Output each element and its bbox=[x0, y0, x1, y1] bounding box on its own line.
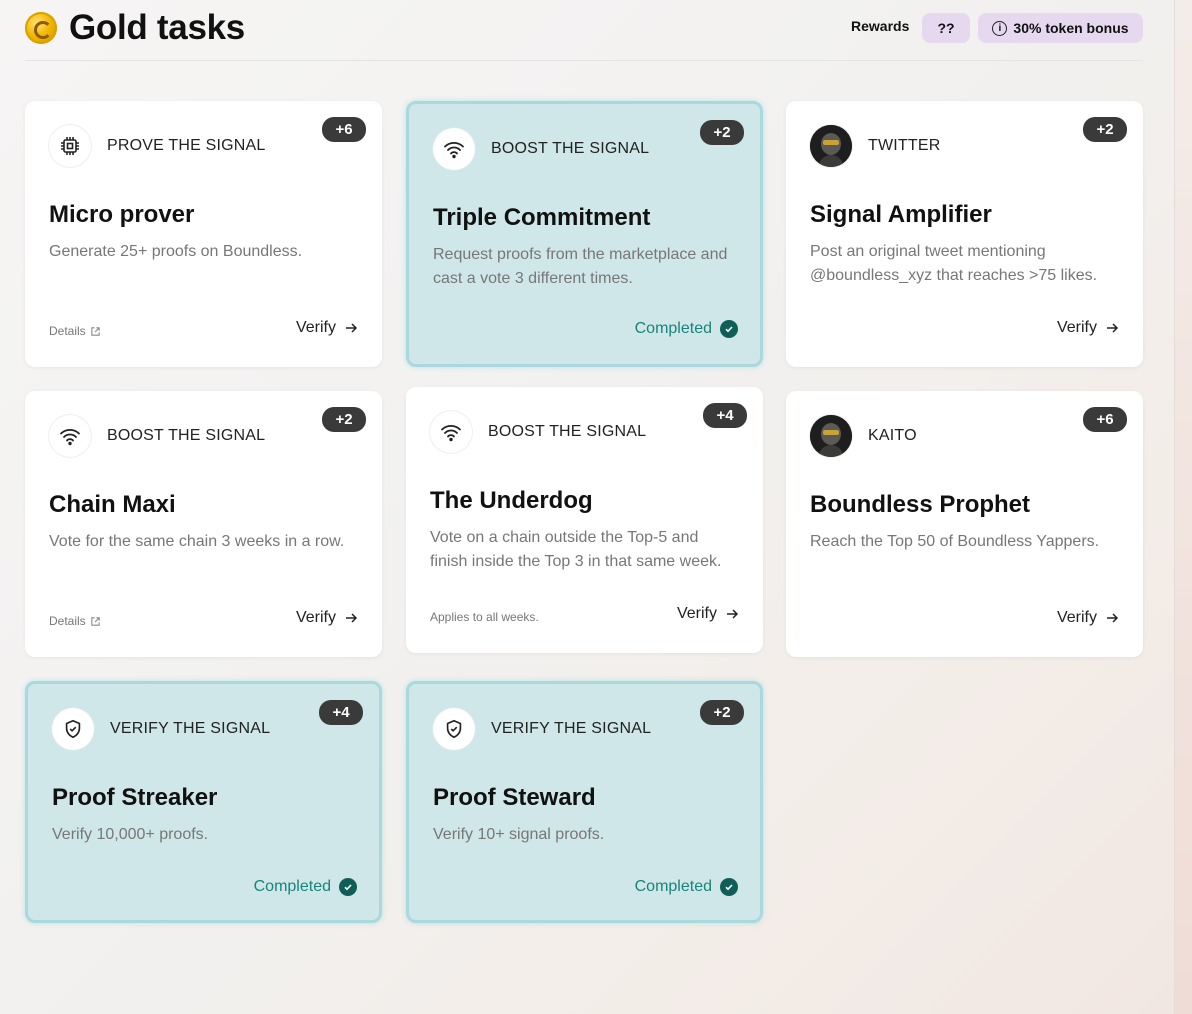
verify-label: Verify bbox=[1056, 609, 1097, 626]
task-description: Post an original tweet mentioning @bound… bbox=[810, 243, 1098, 284]
completed-status: Completed bbox=[635, 320, 738, 338]
verify-label: Verify bbox=[676, 605, 717, 622]
info-icon: i bbox=[992, 20, 1008, 36]
task-category: PROVE THE SIGNAL bbox=[107, 137, 266, 154]
task-description: Request proofs from the marketplace and … bbox=[433, 246, 728, 287]
points-badge: +2 bbox=[700, 120, 744, 145]
arrow-right-icon bbox=[1107, 613, 1119, 623]
details-label: Details bbox=[49, 614, 86, 628]
task-title: Signal Amplifier bbox=[810, 201, 992, 228]
external-link-icon bbox=[90, 616, 100, 626]
task-title: Triple Commitment bbox=[433, 204, 651, 231]
shield-icon bbox=[433, 708, 475, 750]
task-card-signal-amplifier: +2 TWITTER Signal Amplifier Post an orig… bbox=[786, 101, 1143, 367]
verify-button[interactable]: Verify bbox=[677, 605, 739, 623]
task-description: Vote on a chain outside the Top-5 and fi… bbox=[430, 529, 722, 570]
points-badge: +2 bbox=[1083, 117, 1127, 142]
external-link-icon bbox=[90, 326, 100, 336]
details-link[interactable]: Details bbox=[49, 614, 101, 628]
task-card-triple-commitment: +2 BOOST THE SIGNAL Triple Commitment Re… bbox=[406, 101, 763, 367]
points-badge: +2 bbox=[700, 700, 744, 725]
task-title: The Underdog bbox=[430, 487, 593, 514]
task-category: VERIFY THE SIGNAL bbox=[110, 720, 271, 737]
points-badge: +2 bbox=[322, 407, 366, 432]
points-badge: +4 bbox=[703, 403, 747, 428]
task-title: Micro prover bbox=[49, 201, 195, 228]
completed-label: Completed bbox=[634, 878, 712, 895]
task-category: BOOST THE SIGNAL bbox=[488, 423, 647, 440]
completed-label: Completed bbox=[253, 878, 331, 895]
points-badge: +6 bbox=[322, 117, 366, 142]
arrow-right-icon bbox=[727, 609, 739, 619]
completed-status: Completed bbox=[635, 878, 738, 896]
avatar-icon bbox=[810, 415, 852, 457]
wifi-icon bbox=[433, 128, 475, 170]
verify-button[interactable]: Verify bbox=[296, 319, 358, 337]
verify-label: Verify bbox=[295, 609, 336, 626]
task-title: Boundless Prophet bbox=[810, 491, 1031, 518]
gold-coin-icon bbox=[25, 12, 57, 44]
task-description: Generate 25+ proofs on Boundless. bbox=[49, 243, 303, 260]
task-category: KAITO bbox=[868, 427, 917, 444]
verify-button[interactable]: Verify bbox=[296, 609, 358, 627]
arrow-right-icon bbox=[1107, 323, 1119, 333]
details-label: Details bbox=[49, 324, 86, 338]
task-card-chain-maxi: +2 BOOST THE SIGNAL Chain Maxi Vote for … bbox=[25, 391, 382, 657]
verify-label: Verify bbox=[1056, 319, 1097, 336]
wifi-icon bbox=[430, 411, 472, 453]
task-description: Vote for the same chain 3 weeks in a row… bbox=[49, 533, 345, 550]
task-card-the-underdog: +4 BOOST THE SIGNAL The Underdog Vote on… bbox=[406, 387, 763, 653]
avatar-icon bbox=[810, 125, 852, 167]
page-title: Gold tasks bbox=[69, 8, 245, 47]
wifi-icon bbox=[49, 415, 91, 457]
rewards-label: Rewards bbox=[851, 18, 910, 34]
task-category: VERIFY THE SIGNAL bbox=[491, 720, 652, 737]
task-category: TWITTER bbox=[868, 137, 941, 154]
shield-icon bbox=[52, 708, 94, 750]
check-circle-icon bbox=[720, 878, 738, 896]
task-title: Proof Steward bbox=[433, 784, 596, 811]
task-card-micro-prover: +6 PROVE THE SIGNAL Micro prover Generat… bbox=[25, 101, 382, 367]
verify-label: Verify bbox=[295, 319, 336, 336]
completed-label: Completed bbox=[634, 320, 712, 337]
task-card-proof-steward: +2 VERIFY THE SIGNAL Proof Steward Verif… bbox=[406, 681, 763, 923]
task-card-boundless-prophet: +6 KAITO Boundless Prophet Reach the Top… bbox=[786, 391, 1143, 657]
task-category: BOOST THE SIGNAL bbox=[107, 427, 266, 444]
check-circle-icon bbox=[339, 878, 357, 896]
task-category: BOOST THE SIGNAL bbox=[491, 140, 650, 157]
page-header: Gold tasks Rewards ?? i 30% token bonus bbox=[25, 0, 1143, 61]
arrow-right-icon bbox=[346, 613, 358, 623]
task-description: Reach the Top 50 of Boundless Yappers. bbox=[810, 533, 1100, 550]
details-link[interactable]: Details bbox=[49, 324, 101, 338]
token-bonus-pill[interactable]: i 30% token bonus bbox=[978, 13, 1143, 43]
chip-icon bbox=[49, 125, 91, 167]
verify-button[interactable]: Verify bbox=[1057, 319, 1119, 337]
task-card-proof-streaker: +4 VERIFY THE SIGNAL Proof Streaker Veri… bbox=[25, 681, 382, 923]
task-description: Verify 10+ signal proofs. bbox=[433, 826, 605, 843]
rewards-value-pill[interactable]: ?? bbox=[922, 13, 970, 43]
task-title: Chain Maxi bbox=[49, 491, 176, 518]
verify-button[interactable]: Verify bbox=[1057, 609, 1119, 627]
task-title: Proof Streaker bbox=[52, 784, 218, 811]
points-badge: +6 bbox=[1083, 407, 1127, 432]
rewards-value: ?? bbox=[937, 20, 955, 36]
token-bonus-label: 30% token bonus bbox=[1013, 20, 1129, 36]
check-circle-icon bbox=[720, 320, 738, 338]
completed-status: Completed bbox=[254, 878, 357, 896]
applies-note: Applies to all weeks. bbox=[430, 610, 539, 624]
page-edge-strip bbox=[1174, 0, 1192, 1014]
arrow-right-icon bbox=[346, 323, 358, 333]
task-description: Verify 10,000+ proofs. bbox=[52, 826, 209, 843]
points-badge: +4 bbox=[319, 700, 363, 725]
